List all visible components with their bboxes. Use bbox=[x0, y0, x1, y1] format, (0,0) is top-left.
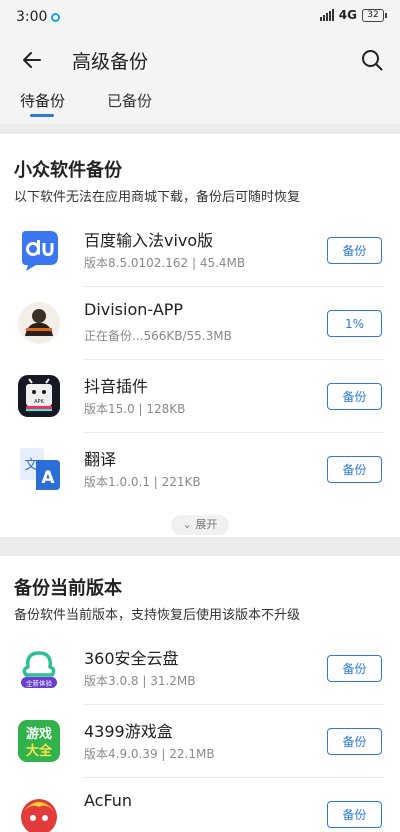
current-version-section: 备份当前版本 备份软件当前版本，支持恢复后使用该版本不升级 全新体验 360安全… bbox=[0, 556, 400, 832]
backup-button[interactable]: 备份 bbox=[327, 655, 382, 682]
battery-icon: 32 bbox=[362, 8, 387, 22]
svg-text:APK: APK bbox=[34, 399, 44, 405]
game-box-icon: 游戏 大全 bbox=[18, 720, 60, 762]
tab-indicator bbox=[30, 114, 54, 117]
backup-button[interactable]: 备份 bbox=[327, 383, 382, 410]
notification-icon bbox=[51, 13, 60, 22]
app-meta: 版本15.0 | 128KB bbox=[84, 402, 186, 416]
chevron-down-icon: ⌄ bbox=[182, 518, 192, 531]
acfun-icon bbox=[21, 799, 57, 832]
app-meta: 版本3.0.8 | 31.2MB bbox=[84, 674, 196, 688]
expand-button[interactable]: ⌄ 展开 bbox=[171, 515, 229, 535]
search-icon[interactable] bbox=[360, 48, 384, 72]
expand-label: 展开 bbox=[195, 518, 218, 531]
app-row: APK 抖音插件 版本15.0 | 128KB 备份 bbox=[0, 360, 400, 433]
app-meta: 版本4.9.0.39 | 22.1MB bbox=[84, 747, 215, 761]
app-meta: 版本8.5.0102.162 | 45.4MB bbox=[84, 256, 246, 270]
app-row: AcFun 备份 bbox=[0, 778, 400, 832]
cloud-disk-icon: 全新体验 bbox=[21, 651, 57, 688]
app-name: 抖音插件 bbox=[84, 377, 149, 396]
translate-icon: 文 A bbox=[20, 448, 60, 490]
section-title: 小众软件备份 bbox=[14, 160, 122, 181]
svg-text:大全: 大全 bbox=[26, 743, 53, 759]
app-name: 百度输入法vivo版 bbox=[84, 231, 214, 250]
back-arrow-icon[interactable] bbox=[20, 48, 44, 72]
niche-apps-section: 小众软件备份 以下软件无法在应用商城下载，备份后可随时恢复 百度输入法vivo版… bbox=[0, 134, 400, 537]
douyin-plugin-icon: APK bbox=[18, 375, 60, 417]
status-time: 3:00 bbox=[16, 9, 48, 25]
svg-text:游戏: 游戏 bbox=[26, 726, 52, 742]
app-bar: 高级备份 bbox=[0, 36, 400, 84]
backup-button[interactable]: 备份 bbox=[327, 237, 382, 264]
backup-button[interactable]: 备份 bbox=[327, 728, 382, 755]
app-meta: 版本1.0.0.1 | 221KB bbox=[84, 475, 201, 489]
app-name: 4399游戏盒 bbox=[84, 722, 173, 741]
baidu-input-icon bbox=[22, 231, 58, 271]
app-name: 360安全云盘 bbox=[84, 649, 179, 668]
signal-icon bbox=[319, 9, 334, 21]
network-label: 4G bbox=[338, 8, 357, 22]
backup-progress-button[interactable]: 1% bbox=[327, 310, 382, 337]
app-row: 百度输入法vivo版 版本8.5.0102.162 | 45.4MB 备份 bbox=[0, 214, 400, 287]
svg-text:文: 文 bbox=[24, 458, 37, 473]
app-name: AcFun bbox=[84, 791, 133, 810]
tab-backed-up[interactable]: 已备份 bbox=[107, 90, 152, 111]
section-description: 以下软件无法在应用商城下载，备份后可随时恢复 bbox=[14, 190, 301, 205]
division-icon bbox=[18, 302, 60, 344]
page-title: 高级备份 bbox=[72, 51, 149, 73]
app-name: 翻译 bbox=[84, 450, 117, 469]
status-bar: 3:00 4G 32 bbox=[0, 0, 400, 36]
app-name: Division-APP bbox=[84, 300, 184, 319]
app-row: 游戏 大全 4399游戏盒 版本4.9.0.39 | 22.1MB 备份 bbox=[0, 705, 400, 778]
app-row: 文 A 翻译 版本1.0.0.1 | 221KB 备份 bbox=[0, 433, 400, 506]
section-description: 备份软件当前版本，支持恢复后使用该版本不升级 bbox=[14, 608, 301, 623]
app-row: Division-APP 正在备份...566KB/55.3MB 1% bbox=[0, 287, 400, 360]
app-meta: 正在备份...566KB/55.3MB bbox=[84, 329, 232, 343]
svg-text:A: A bbox=[41, 468, 55, 488]
svg-text:全新体验: 全新体验 bbox=[26, 679, 53, 688]
tab-bar: 待备份 已备份 bbox=[0, 84, 400, 124]
section-title: 备份当前版本 bbox=[14, 578, 122, 599]
status-indicators: 4G 32 bbox=[319, 8, 387, 22]
backup-button[interactable]: 备份 bbox=[327, 456, 382, 483]
backup-button[interactable]: 备份 bbox=[327, 801, 382, 828]
app-row: 全新体验 360安全云盘 版本3.0.8 | 31.2MB 备份 bbox=[0, 632, 400, 705]
tab-pending-backup[interactable]: 待备份 bbox=[20, 90, 65, 111]
